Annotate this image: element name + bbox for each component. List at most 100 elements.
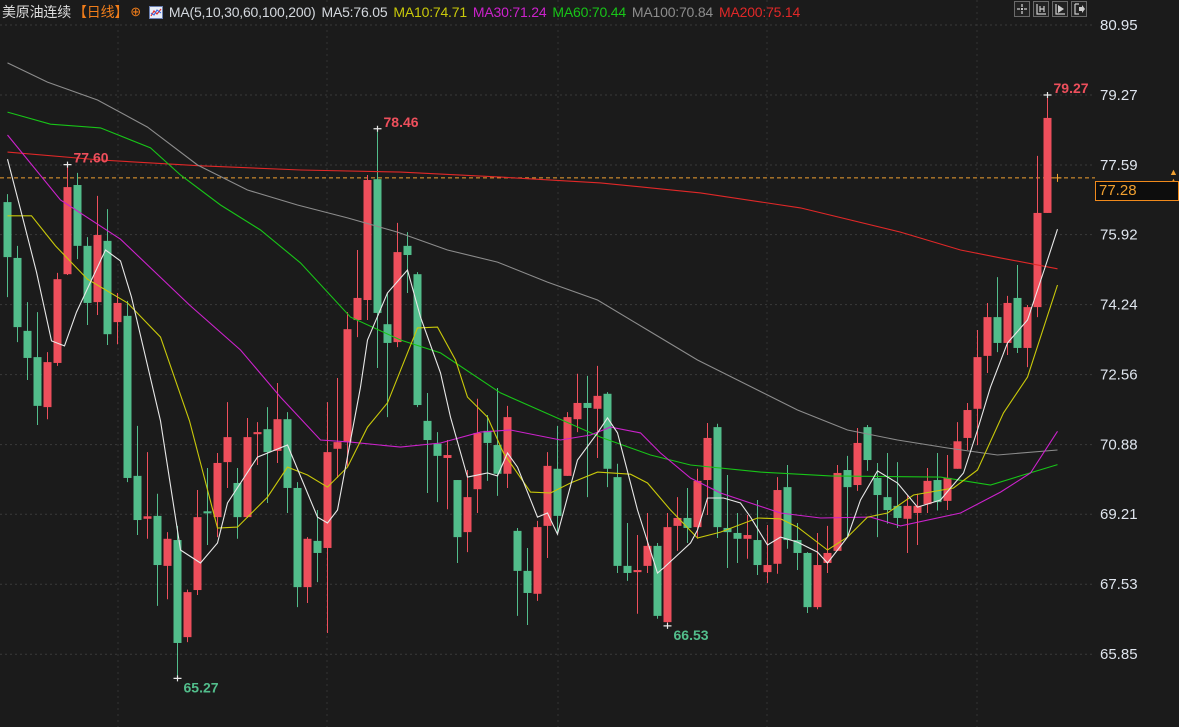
play-forward-icon[interactable] xyxy=(1052,1,1068,17)
candle-up xyxy=(973,330,982,446)
candle-down xyxy=(793,522,802,571)
candle-body xyxy=(53,279,62,363)
candle-body xyxy=(543,465,552,526)
candle-body xyxy=(323,452,332,548)
candle-up xyxy=(253,422,262,466)
current-price-label: 77.28 xyxy=(1095,181,1179,201)
candle-body xyxy=(143,516,152,519)
candle-body xyxy=(463,497,472,533)
candle-down xyxy=(843,455,852,536)
price-tick-label: 79.27 xyxy=(1100,87,1138,104)
candle-body xyxy=(163,538,172,566)
candle-body xyxy=(513,530,522,571)
candle-body xyxy=(523,570,532,593)
candle-body xyxy=(433,443,442,456)
price-tick-label: 72.56 xyxy=(1100,367,1138,384)
candle-body xyxy=(623,565,632,573)
high-price-label: 77.60 xyxy=(74,150,109,166)
candle-down xyxy=(153,493,162,606)
candle-down xyxy=(553,425,562,533)
grid-lines xyxy=(0,0,1095,727)
candle-down xyxy=(123,300,132,483)
candle-body xyxy=(613,477,622,566)
candle-down xyxy=(33,312,42,426)
candle-up xyxy=(213,452,222,538)
candle-up xyxy=(353,250,362,338)
candle-body xyxy=(33,357,42,406)
price-tick-label: 65.85 xyxy=(1100,646,1138,663)
candle-body xyxy=(483,430,492,443)
ma60-value: MA60:70.44 xyxy=(552,4,626,20)
candle-body xyxy=(803,552,812,608)
high-price-label: 79.27 xyxy=(1054,80,1089,96)
ma100-value: MA100:70.84 xyxy=(631,4,714,20)
extreme-marker-icon xyxy=(373,125,382,132)
candle-body xyxy=(353,297,362,321)
price-tick-label: 80.95 xyxy=(1100,17,1138,34)
low-price-label: 65.27 xyxy=(184,679,219,695)
candle-down xyxy=(383,292,392,418)
crosshair-circle-icon[interactable]: ⊕ xyxy=(130,4,141,20)
ma5-value: MA5:76.05 xyxy=(321,4,388,20)
candle-down xyxy=(863,425,872,471)
candle-down xyxy=(13,245,22,343)
candle-body xyxy=(553,468,562,516)
candle-body xyxy=(763,565,772,573)
candle-up xyxy=(303,537,312,603)
crosshair-move-icon[interactable] xyxy=(1014,1,1030,17)
candle-body xyxy=(1043,117,1052,213)
ma200-line xyxy=(7,151,1058,270)
ma-params[interactable]: MA(5,10,30,60,100,200) xyxy=(169,4,316,20)
candle-body xyxy=(73,185,82,246)
candle-body xyxy=(593,395,602,409)
candle-body xyxy=(123,315,132,478)
candle-body xyxy=(393,252,402,343)
candle-body xyxy=(703,437,712,481)
candle-down xyxy=(293,482,302,608)
period-selector[interactable]: 【日线】 xyxy=(73,2,128,22)
candle-down xyxy=(783,465,792,549)
candle-body xyxy=(423,420,432,441)
candle-up xyxy=(703,422,712,516)
candle-up xyxy=(663,512,672,626)
candle-body xyxy=(223,437,232,463)
candle-down xyxy=(613,463,622,573)
candle-body xyxy=(953,441,962,469)
candle-up xyxy=(273,382,282,463)
instrument-title: 美原油连续 xyxy=(2,4,71,20)
candle-up xyxy=(833,465,842,551)
zoom-range-icon[interactable] xyxy=(1033,1,1049,17)
candle-body xyxy=(833,472,842,551)
candle-body xyxy=(853,442,862,486)
candle-body xyxy=(713,427,722,528)
candle-body xyxy=(43,362,52,408)
candle-body xyxy=(473,432,482,490)
candle-up xyxy=(953,422,962,469)
candle-body xyxy=(633,570,642,573)
candle-up xyxy=(183,589,192,643)
candle-body xyxy=(363,180,372,301)
candle-body xyxy=(863,427,872,461)
candle-down xyxy=(283,412,292,513)
candle-body xyxy=(683,517,692,528)
candle-up xyxy=(93,195,102,316)
candle-up xyxy=(853,427,862,491)
candle-up xyxy=(323,402,332,633)
extreme-marker-icon xyxy=(63,161,72,168)
candle-down xyxy=(893,462,902,528)
candle-body xyxy=(263,429,272,453)
price-tick-label: 67.53 xyxy=(1100,576,1138,593)
candlestick-chart[interactable]: 80.95 79.27 77.59 75.92 74.24 72.56 70.88 69.21… xyxy=(0,0,1179,727)
candle-up xyxy=(113,292,122,345)
candle-body xyxy=(293,487,302,588)
candle-body xyxy=(823,552,832,563)
indicator-chart-icon[interactable] xyxy=(148,5,163,19)
exit-right-icon[interactable] xyxy=(1071,1,1087,17)
candle-body xyxy=(273,419,282,451)
extreme-marker-icon xyxy=(173,675,182,682)
candle-down xyxy=(733,512,742,563)
candle-up xyxy=(1043,95,1052,213)
candle-up xyxy=(763,525,772,583)
candle-up xyxy=(143,452,152,539)
candle-body xyxy=(963,410,972,438)
